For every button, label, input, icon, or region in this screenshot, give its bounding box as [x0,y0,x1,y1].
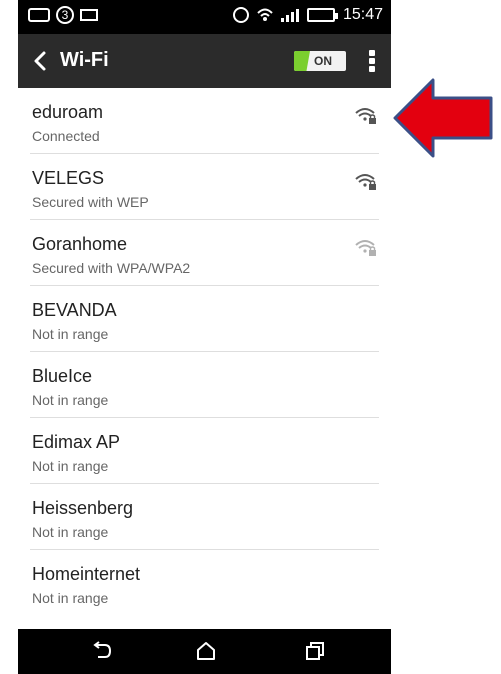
more-vertical-icon[interactable] [362,48,382,74]
network-name: Homeinternet [32,564,141,584]
network-status: Secured with WPA/WPA2 [32,260,191,276]
network-name: BlueIce [32,366,93,386]
toggle-label: ON [314,54,332,68]
network-row[interactable]: Edimax AP Not in range [18,418,391,484]
alarm-icon [232,7,249,23]
home-icon[interactable] [194,639,218,663]
image-icon [80,9,98,21]
network-status: Not in range [32,326,109,342]
network-status: Connected [32,128,100,144]
network-status: Secured with WEP [32,194,149,210]
status-bar: 3 15:47 [18,0,391,34]
network-row[interactable]: VELEGS Secured with WEP [18,154,391,220]
network-list: eduroam Connected VELEGS Secured with WE… [18,88,391,616]
network-name: VELEGS [32,168,105,188]
network-status: Not in range [32,590,109,606]
network-name: Edimax AP [32,432,121,452]
network-row[interactable]: Goranhome Secured with WPA/WPA2 [18,220,391,286]
network-row[interactable]: BlueIce Not in range [18,352,391,418]
notification-count: 3 [61,8,69,22]
back-icon[interactable] [90,639,114,663]
wifi-status-icon [257,8,273,21]
network-row[interactable]: Homeinternet Not in range [18,550,391,616]
network-status: Not in range [32,458,109,474]
network-status: Not in range [32,392,109,408]
page-title: Wi-Fi [60,49,109,71]
wifi-lock-icon [355,108,376,124]
battery-icon [306,8,338,22]
chevron-left-icon[interactable] [28,49,52,73]
status-bar-right: 15:47 [232,6,383,24]
wifi-lock-icon [355,240,376,256]
network-status: Not in range [32,524,109,540]
wifi-toggle[interactable]: ON [294,51,346,71]
pen-icon [28,8,50,22]
pointer-arrow-icon [393,78,493,158]
recents-icon[interactable] [303,639,327,663]
network-row[interactable]: Heissenberg Not in range [18,484,391,550]
network-name: BEVANDA [32,300,117,320]
network-name: eduroam [32,102,104,122]
toggle-indicator [294,51,310,71]
network-name: Heissenberg [32,498,134,518]
phone-screen: 3 15:47 Wi-Fi ON eduroam Connected VELEG… [18,0,391,674]
notification-count-badge: 3 [56,6,74,24]
signal-bars-icon [280,8,299,22]
title-bar: Wi-Fi ON [18,34,391,88]
navigation-bar [18,629,391,674]
status-time: 15:47 [342,6,383,23]
network-row[interactable]: BEVANDA Not in range [18,286,391,352]
status-bar-left: 3 [28,6,98,24]
network-row[interactable]: eduroam Connected [18,88,391,154]
wifi-lock-icon [355,174,376,190]
network-name: Goranhome [32,234,128,254]
